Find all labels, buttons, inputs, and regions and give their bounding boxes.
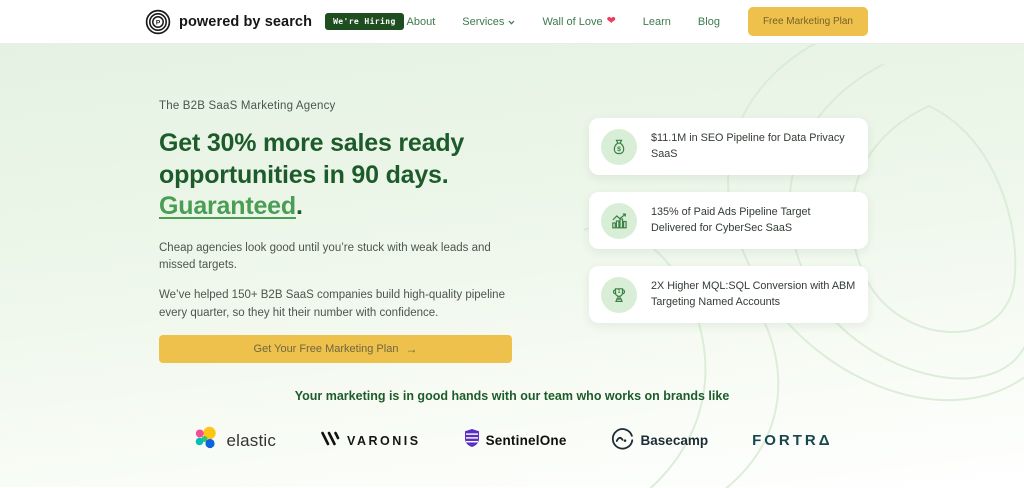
result-card-seo: $ $11.1M in SEO Pipeline for Data Privac…: [589, 118, 868, 175]
brand-logo-row: elastic VARONIS SentinelOne Basecamp FOR…: [0, 426, 1024, 456]
svg-text:$: $: [617, 145, 621, 152]
heart-icon: ❤: [606, 15, 616, 27]
hero-copy: The B2B SaaS Marketing Agency Get 30% mo…: [159, 98, 512, 363]
sentinelone-logo: SentinelOne: [464, 429, 567, 452]
nav-item-services[interactable]: Services: [462, 16, 515, 28]
arrow-right-icon: →: [405, 341, 418, 356]
hero-paragraph-2: We’ve helped 150+ B2B SaaS companies bui…: [159, 289, 505, 319]
varonis-logo: VARONIS: [320, 431, 421, 451]
svg-text:P: P: [156, 19, 161, 26]
elastic-logo-icon: [194, 426, 219, 456]
were-hiring-badge[interactable]: We're Hiring: [325, 13, 404, 30]
basecamp-logo: Basecamp: [611, 427, 709, 455]
result-card-paid-ads: 135% of Paid Ads Pipeline Target Deliver…: [589, 192, 868, 249]
hero-eyebrow: The B2B SaaS Marketing Agency: [159, 100, 336, 112]
basecamp-logo-icon: [611, 427, 634, 455]
varonis-logo-icon: [320, 431, 340, 451]
brand-logo-text: VARONIS: [347, 433, 421, 448]
brand-logo-text: FORTRΔ: [752, 432, 829, 449]
nav-item-wall-of-love[interactable]: Wall of Love ❤: [542, 16, 615, 28]
hero-content: The B2B SaaS Marketing Agency Get 30% mo…: [0, 44, 1024, 363]
brand-logo-text: elastic: [226, 430, 277, 450]
trophy-icon: 1: [601, 276, 637, 313]
brands-section: Your marketing is in good hands with our…: [0, 389, 1024, 456]
sentinelone-logo-icon: [464, 429, 479, 452]
result-card-text: 135% of Paid Ads Pipeline Target Deliver…: [651, 205, 811, 234]
nav-label: About: [406, 15, 436, 28]
brand-logo-text: Basecamp: [640, 433, 709, 449]
free-marketing-plan-button[interactable]: Free Marketing Plan: [747, 7, 868, 36]
fortra-logo: FORTRΔ: [752, 432, 829, 449]
fortra-letters: FORTR: [752, 432, 819, 450]
guaranteed-link[interactable]: Guaranteed: [159, 192, 296, 220]
money-bag-icon: $: [601, 128, 637, 165]
nav-item-blog[interactable]: Blog: [698, 16, 720, 28]
hero-paragraph-1: Cheap agencies look good until you’re st…: [159, 241, 491, 271]
heading-line: opportunities in 90 days.: [159, 160, 449, 189]
brand-logo-text: SentinelOne: [485, 433, 567, 449]
result-card-text: 2X Higher MQL:SQL Conversion with ABM Ta…: [651, 279, 856, 308]
heading-line: Get 30% more sales ready: [159, 129, 465, 158]
result-card-text: $11.1M in SEO Pipeline for Data Privacy …: [651, 131, 845, 160]
result-cards: $ $11.1M in SEO Pipeline for Data Privac…: [589, 98, 868, 363]
nav-item-about[interactable]: About: [407, 16, 436, 28]
nav-label: Wall of Love: [542, 15, 603, 28]
chevron-down-icon: [508, 16, 515, 28]
bar-chart-icon: [601, 202, 637, 239]
nav-label: Learn: [642, 15, 671, 28]
main-nav: About Services Wall of Love ❤ Learn Blog: [407, 16, 720, 28]
result-card-abm: 1 2X Higher MQL:SQL Conversion with ABM …: [589, 266, 868, 323]
fortra-triangle-icon: Δ: [818, 432, 830, 450]
hero-section: The B2B SaaS Marketing Agency Get 30% mo…: [0, 44, 1024, 488]
hero-cta-label: Get Your Free Marketing Plan: [253, 342, 399, 355]
brand-name: powered by search: [179, 13, 313, 30]
nav-item-learn[interactable]: Learn: [643, 16, 671, 28]
svg-text:1: 1: [618, 289, 621, 295]
site-header: P powered by search We're Hiring About S…: [0, 0, 1024, 44]
brand-logo[interactable]: P powered by search: [145, 9, 312, 35]
brands-heading: Your marketing is in good hands with our…: [294, 388, 730, 403]
get-your-free-marketing-plan-button[interactable]: Get Your Free Marketing Plan →: [159, 334, 512, 363]
nav-label: Services: [462, 15, 505, 28]
powered-by-search-logo-icon: P: [145, 9, 171, 35]
hero-heading: Get 30% more sales ready opportunities i…: [159, 128, 512, 223]
elastic-logo: elastic: [194, 426, 276, 456]
heading-line: Guaranteed.: [159, 191, 512, 223]
heading-period: .: [295, 192, 303, 221]
nav-label: Blog: [697, 15, 720, 28]
